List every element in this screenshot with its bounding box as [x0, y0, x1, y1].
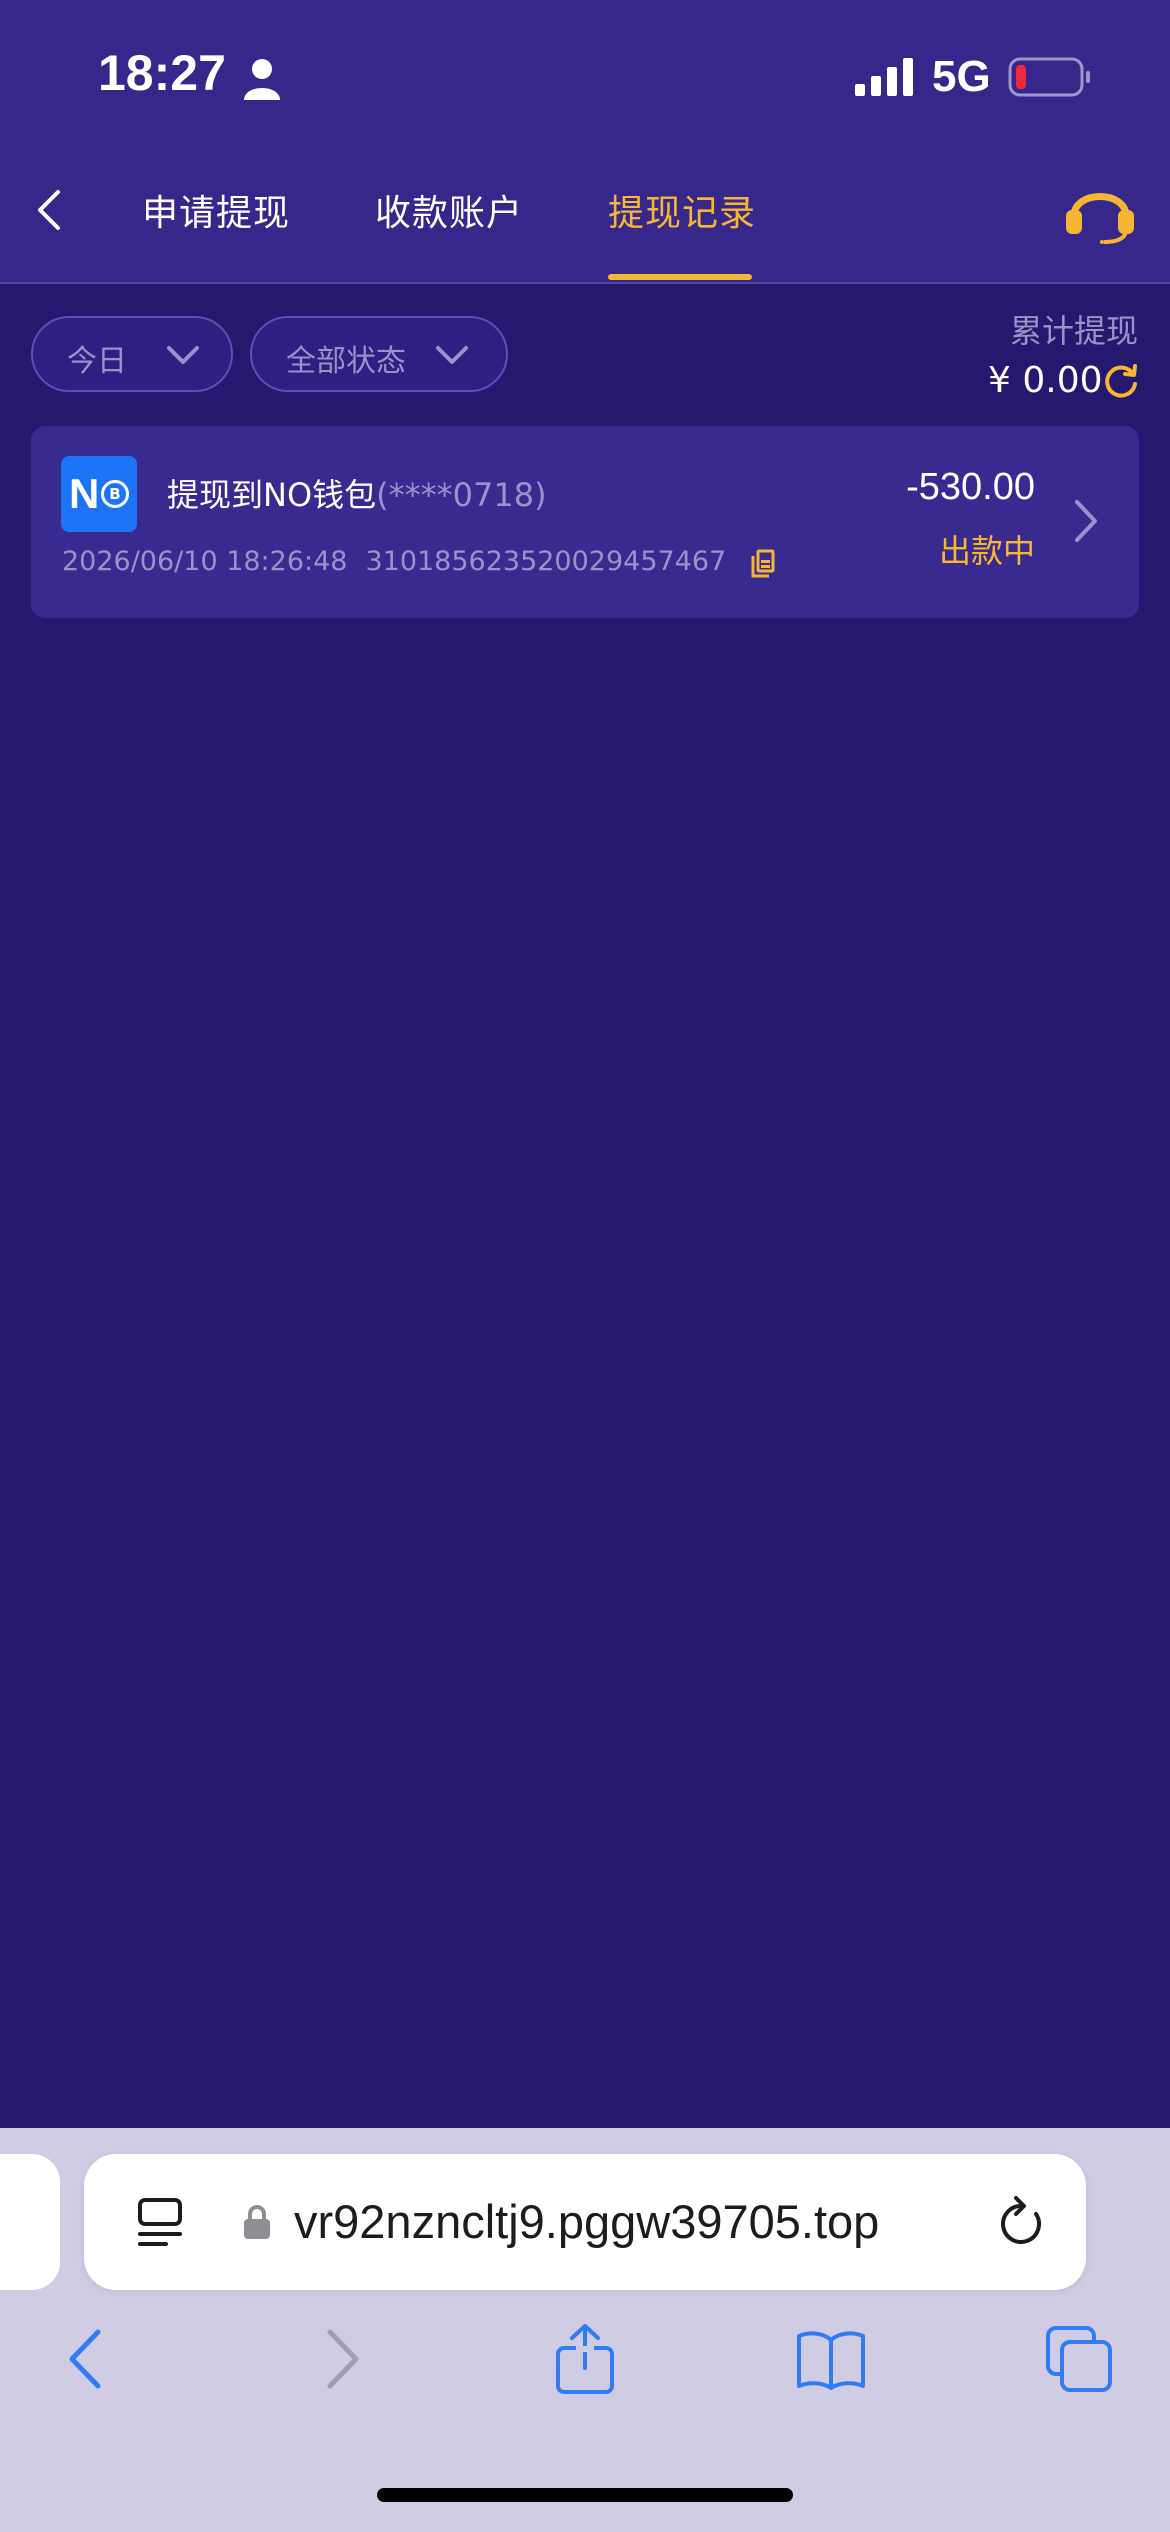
- bookmarks-book-icon[interactable]: [796, 2324, 866, 2394]
- total-withdraw-label: 累计提现: [1009, 312, 1138, 350]
- chevron-right-icon: [1075, 500, 1097, 542]
- record-order-number: 31018562352002945746​7: [365, 546, 727, 577]
- record-account-masked: (****0718): [376, 476, 547, 514]
- back-chevron-icon[interactable]: [30, 186, 70, 234]
- address-bar[interactable]: vr92nzncltj9.pggw39705.top: [84, 2154, 1086, 2290]
- wallet-logo-letter: N: [69, 470, 100, 517]
- record-amount: -530.00: [906, 466, 1035, 508]
- status-filter-label: 全部状态: [286, 344, 406, 379]
- chevron-down-icon: [167, 346, 199, 364]
- customer-service-headset-icon[interactable]: [1064, 180, 1136, 244]
- record-meta: 2026/06/10 18:26:48 31018562352002945746​…: [62, 546, 726, 577]
- tabs-overview-icon[interactable]: [1044, 2324, 1114, 2394]
- browser-forward-icon[interactable]: [306, 2324, 376, 2394]
- record-title: 提现到NO钱包(****0718): [167, 470, 547, 516]
- browser-back-icon[interactable]: [52, 2324, 122, 2394]
- record-destination: 提现到NO钱包: [167, 476, 377, 514]
- date-filter-label: 今日: [67, 344, 127, 379]
- tab-apply-withdraw[interactable]: 申请提现: [142, 184, 290, 236]
- battery-low-icon: [1008, 57, 1090, 97]
- app-header: 18:27 5G 申请提现 收款账户 提现记录: [0, 0, 1170, 284]
- person-icon: [244, 59, 280, 100]
- chevron-down-icon: [436, 346, 468, 364]
- signal-bars-icon: [855, 58, 913, 96]
- status-filter-dropdown[interactable]: 全部状态: [250, 316, 508, 392]
- coin-icon: B: [101, 480, 129, 508]
- page-menu-icon[interactable]: [136, 2196, 188, 2248]
- status-time: 18:27: [98, 45, 226, 101]
- withdraw-record-card[interactable]: N B 提现到NO钱包(****0718) 2026/06/10 18:26:4…: [31, 426, 1139, 618]
- record-status-badge: 出款中: [938, 532, 1035, 570]
- url-text[interactable]: vr92nzncltj9.pggw39705.top: [294, 2194, 879, 2249]
- refresh-icon[interactable]: [1102, 362, 1140, 400]
- active-tab-indicator: [608, 274, 752, 280]
- total-withdraw-amount: ¥ 0.00: [988, 360, 1103, 401]
- reload-icon[interactable]: [996, 2194, 1048, 2250]
- lock-icon: [244, 2205, 270, 2239]
- no-wallet-logo-icon: N B: [61, 456, 137, 532]
- tab-withdraw-records[interactable]: 提现记录: [608, 184, 756, 236]
- browser-toolbar: vr92nzncltj9.pggw39705.top: [0, 2128, 1170, 2532]
- copy-icon[interactable]: [749, 548, 777, 580]
- record-datetime: 2026/06/10 18:26:48: [62, 546, 348, 577]
- tab-payment-account[interactable]: 收款账户: [375, 184, 523, 236]
- share-icon[interactable]: [550, 2324, 620, 2394]
- date-filter-dropdown[interactable]: 今日: [31, 316, 233, 392]
- previous-tab-preview[interactable]: [0, 2154, 60, 2290]
- network-label: 5G: [932, 52, 991, 101]
- home-indicator: [377, 2488, 793, 2502]
